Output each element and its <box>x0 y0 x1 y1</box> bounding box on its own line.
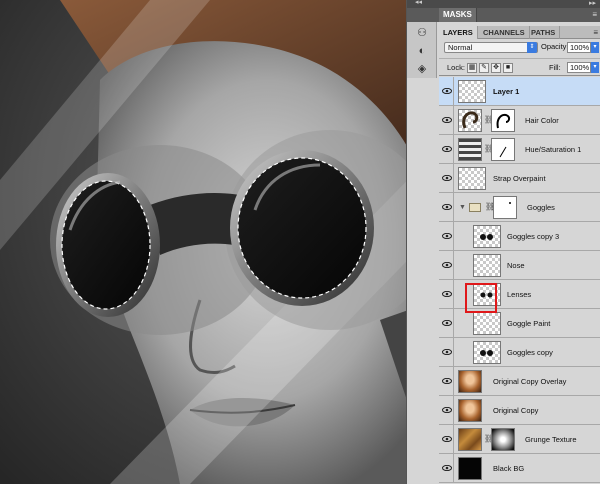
layer-row[interactable]: Goggle Paint <box>439 309 600 338</box>
close-panel-icon[interactable]: ▸▸ <box>589 0 596 7</box>
lock-row: Lock: ▦ ✎ ✥ ■ Fill: 100% ▾ <box>439 58 600 76</box>
layer-name[interactable]: Goggle Paint <box>507 309 550 338</box>
layer-name[interactable]: Lenses <box>507 280 531 309</box>
layers-tabs: LAYERS CHANNELS PATHS ≡ <box>439 26 600 39</box>
eye-icon[interactable] <box>440 454 454 483</box>
chevron-updown-icon: ⇕ <box>527 42 537 53</box>
layer-name[interactable]: Strap Overpaint <box>493 164 546 193</box>
disclosure-triangle-icon[interactable]: ▼ <box>459 193 466 222</box>
eye-icon[interactable] <box>440 367 454 396</box>
opacity-field[interactable]: 100% <box>567 42 591 53</box>
tab-layers[interactable]: LAYERS <box>439 26 478 39</box>
layer-name[interactable]: Black BG <box>493 454 524 483</box>
collapse-panels-icon[interactable]: ◂◂ <box>415 0 422 6</box>
layer-thumbnail <box>458 167 486 190</box>
eye-icon[interactable] <box>440 338 454 367</box>
masks-panel-header: MASKS ≡ <box>407 8 600 22</box>
layer-row[interactable]: Goggles copy <box>439 338 600 367</box>
goggles-thumbnail <box>473 341 501 364</box>
artwork-image <box>0 0 437 484</box>
tab-masks[interactable]: MASKS <box>439 8 477 22</box>
layer-row[interactable]: Black BG <box>439 454 600 483</box>
panel-titlebar: ◂◂ ▸▸ <box>407 0 600 8</box>
portrait-thumbnail <box>458 399 482 422</box>
layers-list: Layer 1 ⛓ Hair Color ⛓ Hue/Saturation 1 … <box>439 77 600 484</box>
mask-thumbnail[interactable] <box>491 109 515 132</box>
layer-name[interactable]: Goggles copy 3 <box>507 222 559 251</box>
fill-dropdown-icon[interactable]: ▾ <box>591 62 599 73</box>
eye-icon[interactable] <box>440 396 454 425</box>
tab-channels[interactable]: CHANNELS <box>479 26 530 39</box>
link-icon[interactable]: ⛓ <box>485 201 495 213</box>
layer-thumbnail <box>473 254 501 277</box>
panel-menu-icon[interactable]: ≡ <box>592 10 597 19</box>
eye-icon[interactable] <box>440 164 454 193</box>
goggles-thumbnail <box>473 225 501 248</box>
layer-row[interactable]: ⛓ Hue/Saturation 1 <box>439 135 600 164</box>
eye-icon[interactable] <box>440 309 454 338</box>
layer-row[interactable]: ⛓ Hair Color <box>439 106 600 135</box>
lock-transparent-icon[interactable]: ▦ <box>467 63 477 73</box>
eye-icon[interactable] <box>440 193 454 222</box>
layer-name[interactable]: Goggles copy <box>507 338 553 367</box>
eye-icon[interactable] <box>440 251 454 280</box>
link-icon[interactable]: ⛓ <box>484 433 494 445</box>
layer-name[interactable]: Hue/Saturation 1 <box>525 135 581 164</box>
tab-paths[interactable]: PATHS <box>527 26 561 39</box>
layer-name[interactable]: Original Copy Overlay <box>493 367 566 396</box>
document-canvas[interactable] <box>0 0 437 484</box>
layer-row[interactable]: Layer 1 <box>439 77 600 106</box>
layers-menu-icon[interactable]: ≡ <box>593 26 598 39</box>
layer-row[interactable]: ⛓ Grunge Texture <box>439 425 600 454</box>
blend-mode-value: Normal <box>448 43 473 52</box>
eye-icon[interactable] <box>440 280 454 309</box>
layers-icon[interactable]: ◈ <box>415 62 429 76</box>
mask-thumbnail[interactable] <box>491 138 515 161</box>
eye-icon[interactable] <box>440 425 454 454</box>
layer-name[interactable]: Layer 1 <box>493 77 519 106</box>
opacity-label: Opacity: <box>541 42 569 51</box>
opacity-dropdown-icon[interactable]: ▾ <box>591 42 599 53</box>
link-icon[interactable]: ⛓ <box>484 114 494 126</box>
hair-thumbnail <box>458 109 482 132</box>
layer-row[interactable]: Goggles copy 3 <box>439 222 600 251</box>
lock-brush-icon[interactable]: ✎ <box>479 63 489 73</box>
eye-icon[interactable] <box>440 135 454 164</box>
eye-icon[interactable] <box>440 77 454 106</box>
portrait-thumbnail <box>458 370 482 393</box>
layer-thumbnail <box>473 312 501 335</box>
layer-name[interactable]: Original Copy <box>493 396 538 425</box>
fill-field[interactable]: 100% <box>567 62 591 73</box>
usb-icon[interactable]: ⚇ <box>415 26 429 40</box>
layer-row[interactable]: Strap Overpaint <box>439 164 600 193</box>
lock-all-icon[interactable]: ■ <box>503 63 513 73</box>
panel-dock-icons: ⚇ ◐ ◈ <box>407 22 437 78</box>
lenses-thumbnail <box>473 283 501 306</box>
layer-name[interactable]: Hair Color <box>525 106 559 135</box>
black-thumbnail <box>458 457 482 480</box>
layer-name[interactable]: Nose <box>507 251 525 280</box>
layer-row[interactable]: Lenses <box>439 280 600 309</box>
folder-icon <box>469 203 481 212</box>
layer-row[interactable]: Original Copy Overlay <box>439 367 600 396</box>
mask-thumbnail[interactable] <box>491 428 515 451</box>
eye-icon[interactable] <box>440 106 454 135</box>
texture-thumbnail <box>458 428 482 451</box>
layer-name[interactable]: Grunge Texture <box>525 425 577 454</box>
adjustment-icon <box>458 138 482 161</box>
blend-mode-select[interactable]: Normal ⇕ <box>444 42 538 53</box>
layers-panel: ◂◂ ▸▸ MASKS ≡ ⚇ ◐ ◈ LAYERS CHANNELS PATH… <box>406 0 600 484</box>
lock-move-icon[interactable]: ✥ <box>491 63 501 73</box>
layer-group-row[interactable]: ▼ ⛓ Goggles <box>439 193 600 222</box>
lock-label: Lock: <box>447 63 465 72</box>
link-icon[interactable]: ⛓ <box>484 143 494 155</box>
eye-icon[interactable] <box>440 222 454 251</box>
layer-name[interactable]: Goggles <box>527 193 555 222</box>
layer-row[interactable]: Nose <box>439 251 600 280</box>
layer-thumbnail <box>458 80 486 103</box>
masks-icon[interactable]: ◐ <box>415 44 429 58</box>
fill-label: Fill: <box>549 63 561 72</box>
mask-thumbnail[interactable] <box>493 196 517 219</box>
layer-row[interactable]: Original Copy <box>439 396 600 425</box>
